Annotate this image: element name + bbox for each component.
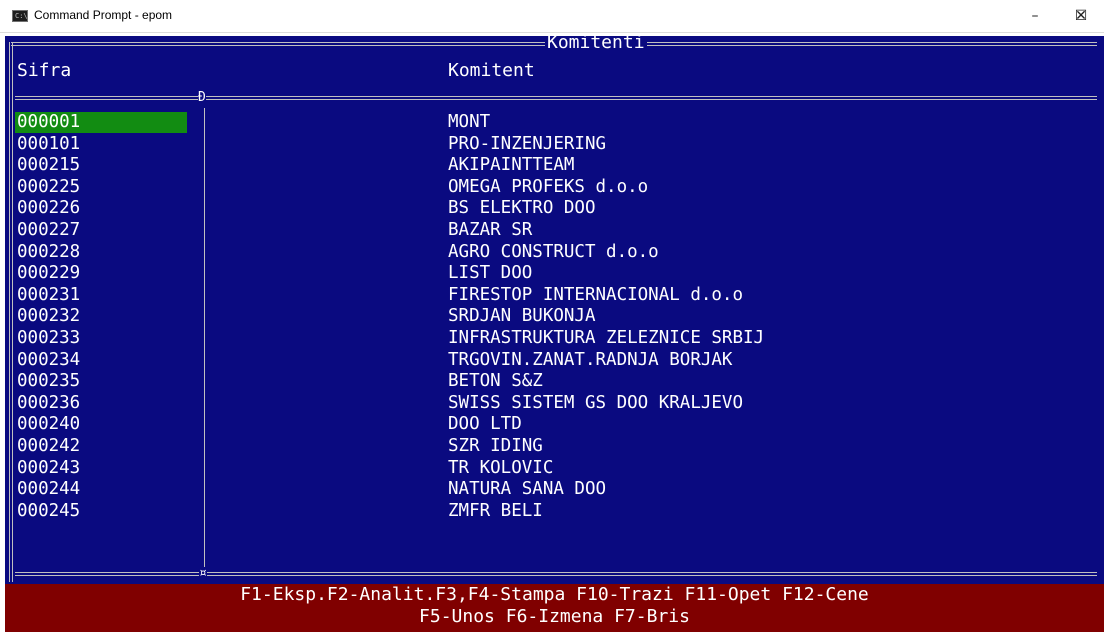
list-item[interactable]: 000226 BS ELEKTRO DOO bbox=[5, 198, 1104, 220]
customer-name[interactable]: BAZAR SR bbox=[448, 220, 532, 241]
customer-name[interactable]: SZR IDING bbox=[448, 436, 543, 457]
customer-name[interactable]: OMEGA PROFEKS d.o.o bbox=[448, 177, 648, 198]
list-item[interactable]: 000245 ZMFR BELI bbox=[5, 501, 1104, 523]
customer-name[interactable]: PRO-INZENJERING bbox=[448, 134, 606, 155]
customer-code[interactable]: 000233 bbox=[15, 328, 187, 349]
customer-code[interactable]: 000243 bbox=[15, 458, 187, 479]
list-item[interactable]: 000244 NATURA SANA DOO bbox=[5, 479, 1104, 501]
customer-name[interactable]: SRDJAN BUKONJA bbox=[448, 306, 596, 327]
customer-code[interactable]: 000225 bbox=[15, 177, 187, 198]
customer-code[interactable]: 000244 bbox=[15, 479, 187, 500]
list-item[interactable]: 000227 BAZAR SR bbox=[5, 220, 1104, 242]
list-item[interactable]: 000225 OMEGA PROFEKS d.o.o bbox=[5, 177, 1104, 199]
console-app-icon-glyph: C:\ bbox=[15, 12, 28, 20]
customer-code[interactable]: 000240 bbox=[15, 414, 187, 435]
customer-name[interactable]: TR KOLOVIC bbox=[448, 458, 553, 479]
list-item[interactable]: 000234 TRGOVIN.ZANAT.RADNJA BORJAK bbox=[5, 350, 1104, 372]
selected-customer-code[interactable]: 000001 bbox=[15, 112, 187, 133]
customer-code[interactable]: 000229 bbox=[15, 263, 187, 284]
list-bottom-border bbox=[15, 572, 1097, 576]
customer-code[interactable]: 000245 bbox=[15, 501, 187, 522]
customer-code[interactable]: 000234 bbox=[15, 350, 187, 371]
customer-code[interactable]: 000228 bbox=[15, 242, 187, 263]
list-item[interactable]: 000235 BETON S&Z bbox=[5, 371, 1104, 393]
list-item[interactable]: 000229 LIST DOO bbox=[5, 263, 1104, 285]
customer-name[interactable]: TRGOVIN.ZANAT.RADNJA BORJAK bbox=[448, 350, 732, 371]
customer-code[interactable]: 000226 bbox=[15, 198, 187, 219]
customer-code[interactable]: 000101 bbox=[15, 134, 187, 155]
customer-name[interactable]: BETON S&Z bbox=[448, 371, 543, 392]
customer-name[interactable]: INFRASTRUKTURA ZELEZNICE SRBIJ bbox=[448, 328, 764, 349]
list-item[interactable]: 000231 FIRESTOP INTERNACIONAL d.o.o bbox=[5, 285, 1104, 307]
column-header-code: Sifra bbox=[17, 60, 72, 81]
list-item[interactable]: 000101 PRO-INZENJERING bbox=[5, 134, 1104, 156]
column-junction-bottom: ¤ bbox=[199, 566, 207, 581]
function-keys-line-2: F5-Unos F6-Izmena F7-Bris bbox=[419, 606, 690, 627]
customer-name[interactable]: AKIPAINTTEAM bbox=[448, 155, 574, 176]
customer-name[interactable]: LIST DOO bbox=[448, 263, 532, 284]
customer-code[interactable]: 000227 bbox=[15, 220, 187, 241]
column-header-name: Komitent bbox=[448, 60, 535, 81]
list-item[interactable]: 000240 DOO LTD bbox=[5, 414, 1104, 436]
list-item[interactable]: 000001 MONT bbox=[5, 112, 1104, 134]
customer-name[interactable]: DOO LTD bbox=[448, 414, 522, 435]
customer-name[interactable]: NATURA SANA DOO bbox=[448, 479, 606, 500]
console-screen[interactable]: Komitenti Sifra Komitent Đ 000001 MONT 000… bbox=[5, 36, 1104, 632]
customer-code[interactable]: 000231 bbox=[15, 285, 187, 306]
function-keys-line-1: F1-Eksp.F2-Analit.F3,F4-Stampa F10-Trazi… bbox=[240, 584, 869, 605]
column-junction-top: Đ bbox=[198, 90, 206, 105]
window-title: Command Prompt - epom bbox=[34, 8, 173, 22]
function-key-bar: F1-Eksp.F2-Analit.F3,F4-Stampa F10-Trazi… bbox=[5, 584, 1104, 632]
window-titlebar: C:\ Command Prompt - epom – ☐ bbox=[0, 0, 1104, 33]
customer-code[interactable]: 000242 bbox=[15, 436, 187, 457]
customer-code[interactable]: 000235 bbox=[15, 371, 187, 392]
list-item[interactable]: 000236 SWISS SISTEM GS DOO KRALJEVO bbox=[5, 393, 1104, 415]
customer-name[interactable]: AGRO CONSTRUCT d.o.o bbox=[448, 242, 659, 263]
customer-list: 000001 MONT 000101 PRO-INZENJERING 000215 AKI… bbox=[5, 112, 1104, 522]
list-item[interactable]: 000243 TR KOLOVIC bbox=[5, 458, 1104, 480]
list-item[interactable]: 000215 AKIPAINTTEAM bbox=[5, 155, 1104, 177]
list-item[interactable]: 000242 SZR IDING bbox=[5, 436, 1104, 458]
list-item[interactable]: 000233 INFRASTRUKTURA ZELEZNICE SRBIJ bbox=[5, 328, 1104, 350]
customer-name[interactable]: SWISS SISTEM GS DOO KRALJEVO bbox=[448, 393, 743, 414]
customer-code[interactable]: 000215 bbox=[15, 155, 187, 176]
customer-name[interactable]: BS ELEKTRO DOO bbox=[448, 198, 596, 219]
minimize-button[interactable]: – bbox=[1012, 0, 1058, 32]
list-item[interactable]: 000228 AGRO CONSTRUCT d.o.o bbox=[5, 242, 1104, 264]
customer-name[interactable]: ZMFR BELI bbox=[448, 501, 543, 522]
console-app-icon[interactable]: C:\ bbox=[12, 10, 28, 22]
close-button[interactable]: ✕ bbox=[1058, 0, 1104, 32]
customer-code[interactable]: 000232 bbox=[15, 306, 187, 327]
list-item[interactable]: 000232 SRDJAN BUKONJA bbox=[5, 306, 1104, 328]
header-separator bbox=[15, 96, 1097, 100]
customer-code[interactable]: 000236 bbox=[15, 393, 187, 414]
customer-name[interactable]: FIRESTOP INTERNACIONAL d.o.o bbox=[448, 285, 743, 306]
customer-name[interactable]: MONT bbox=[448, 112, 490, 133]
frame-title: Komitenti bbox=[545, 36, 647, 54]
